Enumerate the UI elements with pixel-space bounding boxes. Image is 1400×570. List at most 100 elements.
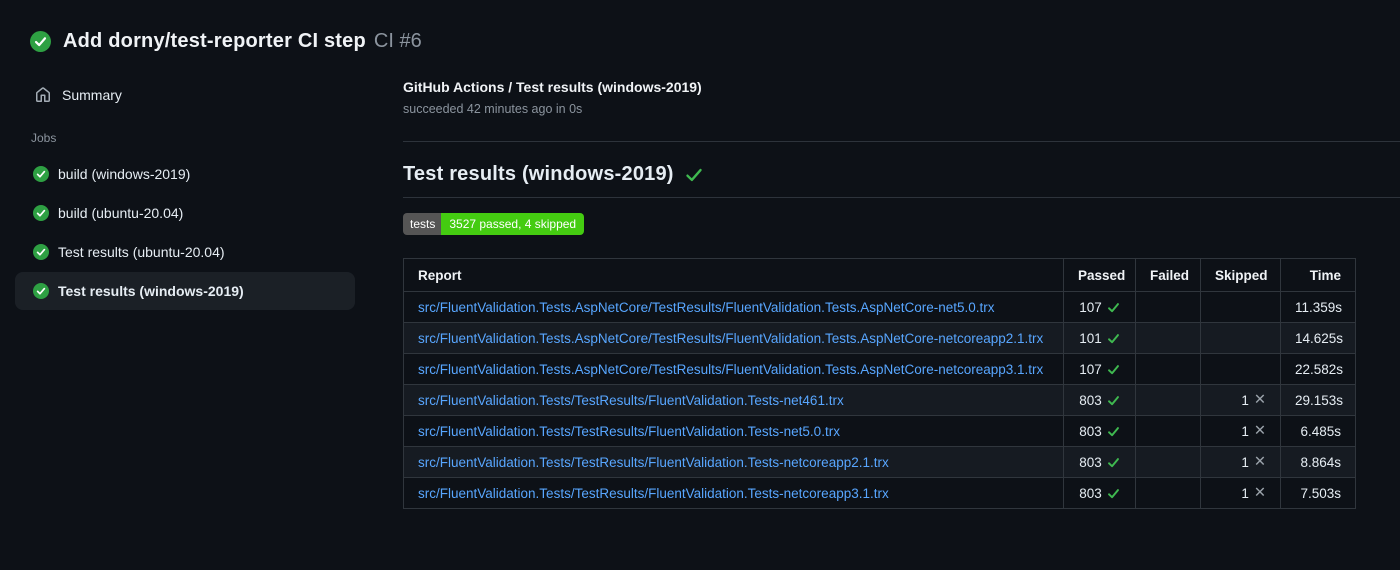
badge-value: 3527 passed, 4 skipped xyxy=(441,213,585,235)
check-circle-icon xyxy=(33,283,49,299)
table-header-row: Report Passed Failed Skipped Time xyxy=(403,258,1356,292)
report-cell: src/FluentValidation.Tests/TestResults/F… xyxy=(403,415,1064,447)
passed-cell: 107 xyxy=(1063,353,1136,385)
time-cell: 11.359s xyxy=(1280,291,1356,323)
report-link[interactable]: src/FluentValidation.Tests.AspNetCore/Te… xyxy=(418,331,1043,346)
check-icon xyxy=(1107,456,1120,469)
passed-count: 803 xyxy=(1079,423,1102,439)
home-icon xyxy=(35,87,51,103)
tests-badge[interactable]: tests 3527 passed, 4 skipped xyxy=(403,213,585,235)
failed-cell xyxy=(1135,291,1201,323)
passed-cell: 101 xyxy=(1063,322,1136,354)
passed-cell: 803 xyxy=(1063,384,1136,416)
x-icon: ✕ xyxy=(1253,484,1266,501)
check-run-status: succeeded 42 minutes ago in 0s xyxy=(403,102,583,116)
report-link[interactable]: src/FluentValidation.Tests/TestResults/F… xyxy=(418,393,844,408)
badge-label: tests xyxy=(403,213,442,235)
passed-cell: 107 xyxy=(1063,291,1136,323)
summary-label: Summary xyxy=(62,87,122,103)
report-link[interactable]: src/FluentValidation.Tests/TestResults/F… xyxy=(418,455,889,470)
page-layout: Summary Jobs build (windows-2019) build … xyxy=(0,79,1400,509)
skipped-count: 1 xyxy=(1241,454,1249,470)
table-row: src/FluentValidation.Tests.AspNetCore/Te… xyxy=(403,353,1356,385)
time-cell: 7.503s xyxy=(1280,477,1356,509)
report-link[interactable]: src/FluentValidation.Tests/TestResults/F… xyxy=(418,424,840,439)
passed-count: 803 xyxy=(1079,454,1102,470)
skipped-cell xyxy=(1200,322,1281,354)
passed-count: 101 xyxy=(1079,330,1102,346)
column-header-failed: Failed xyxy=(1135,258,1201,292)
run-number: CI #6 xyxy=(373,30,422,52)
x-icon: ✕ xyxy=(1253,422,1266,439)
report-cell: src/FluentValidation.Tests.AspNetCore/Te… xyxy=(403,291,1064,323)
failed-cell xyxy=(1135,384,1201,416)
passed-count: 107 xyxy=(1079,299,1102,315)
check-icon xyxy=(1107,487,1120,500)
column-header-report: Report xyxy=(403,258,1064,292)
skipped-cell: 1 ✕ xyxy=(1200,415,1281,447)
report-link[interactable]: src/FluentValidation.Tests.AspNetCore/Te… xyxy=(418,362,1043,377)
x-icon: ✕ xyxy=(1253,453,1266,470)
jobs-section-label: Jobs xyxy=(31,131,57,145)
jobs-sidebar: Summary Jobs build (windows-2019) build … xyxy=(0,79,403,509)
run-header: Add dorny/test-reporter CI step CI #6 xyxy=(0,0,1400,53)
table-row: src/FluentValidation.Tests/TestResults/F… xyxy=(403,415,1356,447)
report-cell: src/FluentValidation.Tests.AspNetCore/Te… xyxy=(403,322,1064,354)
sidebar-item-test-results-windows-2019[interactable]: Test results (windows-2019) xyxy=(15,272,355,310)
time-cell: 8.864s xyxy=(1280,446,1356,478)
skipped-count: 1 xyxy=(1241,485,1249,501)
skipped-count: 1 xyxy=(1241,423,1249,439)
check-run-title: GitHub Actions / Test results (windows-2… xyxy=(403,79,702,95)
table-row: src/FluentValidation.Tests.AspNetCore/Te… xyxy=(403,291,1356,323)
skipped-count: 1 xyxy=(1241,392,1249,408)
column-header-time: Time xyxy=(1280,258,1356,292)
skipped-cell: 1 ✕ xyxy=(1200,384,1281,416)
sidebar-item-build-ubuntu-20-04[interactable]: build (ubuntu-20.04) xyxy=(15,194,355,232)
job-label: build (ubuntu-20.04) xyxy=(58,205,184,221)
job-label: build (windows-2019) xyxy=(58,166,191,182)
passed-count: 803 xyxy=(1079,485,1102,501)
check-icon xyxy=(1107,301,1120,314)
test-results-table: Report Passed Failed Skipped Time src/Fl… xyxy=(403,258,1356,509)
table-row: src/FluentValidation.Tests/TestResults/F… xyxy=(403,446,1356,478)
skipped-cell: 1 ✕ xyxy=(1200,446,1281,478)
failed-cell xyxy=(1135,322,1201,354)
sidebar-item-build-windows-2019[interactable]: build (windows-2019) xyxy=(15,155,355,193)
report-cell: src/FluentValidation.Tests.AspNetCore/Te… xyxy=(403,353,1064,385)
sidebar-item-test-results-ubuntu-20-04[interactable]: Test results (ubuntu-20.04) xyxy=(15,233,355,271)
report-cell: src/FluentValidation.Tests/TestResults/F… xyxy=(403,384,1064,416)
report-link[interactable]: src/FluentValidation.Tests/TestResults/F… xyxy=(418,486,889,501)
passed-count: 107 xyxy=(1079,361,1102,377)
check-icon xyxy=(1107,332,1120,345)
passed-cell: 803 xyxy=(1063,446,1136,478)
report-cell: src/FluentValidation.Tests/TestResults/F… xyxy=(403,446,1064,478)
failed-cell xyxy=(1135,446,1201,478)
report-link[interactable]: src/FluentValidation.Tests.AspNetCore/Te… xyxy=(418,300,995,315)
report-cell: src/FluentValidation.Tests/TestResults/F… xyxy=(403,477,1064,509)
check-icon xyxy=(1107,425,1120,438)
run-title: Add dorny/test-reporter CI step xyxy=(63,30,366,52)
time-cell: 14.625s xyxy=(1280,322,1356,354)
job-label: Test results (windows-2019) xyxy=(58,283,244,299)
failed-cell xyxy=(1135,477,1201,509)
time-cell: 6.485s xyxy=(1280,415,1356,447)
passed-count: 803 xyxy=(1079,392,1102,408)
divider xyxy=(403,141,1400,142)
time-cell: 29.153s xyxy=(1280,384,1356,416)
check-icon xyxy=(1107,363,1120,376)
divider xyxy=(403,197,1400,198)
check-circle-icon xyxy=(33,166,49,182)
skipped-cell xyxy=(1200,291,1281,323)
check-run-content: GitHub Actions / Test results (windows-2… xyxy=(403,79,1400,509)
sidebar-item-summary[interactable]: Summary xyxy=(15,79,387,111)
run-success-check-icon xyxy=(30,31,51,52)
section-success-check-icon xyxy=(685,166,703,184)
passed-cell: 803 xyxy=(1063,477,1136,509)
skipped-cell xyxy=(1200,353,1281,385)
table-row: src/FluentValidation.Tests.AspNetCore/Te… xyxy=(403,322,1356,354)
job-label: Test results (ubuntu-20.04) xyxy=(58,244,225,260)
skipped-cell: 1 ✕ xyxy=(1200,477,1281,509)
check-circle-icon xyxy=(33,205,49,221)
jobs-list: build (windows-2019) build (ubuntu-20.04… xyxy=(0,155,403,310)
check-circle-icon xyxy=(33,244,49,260)
